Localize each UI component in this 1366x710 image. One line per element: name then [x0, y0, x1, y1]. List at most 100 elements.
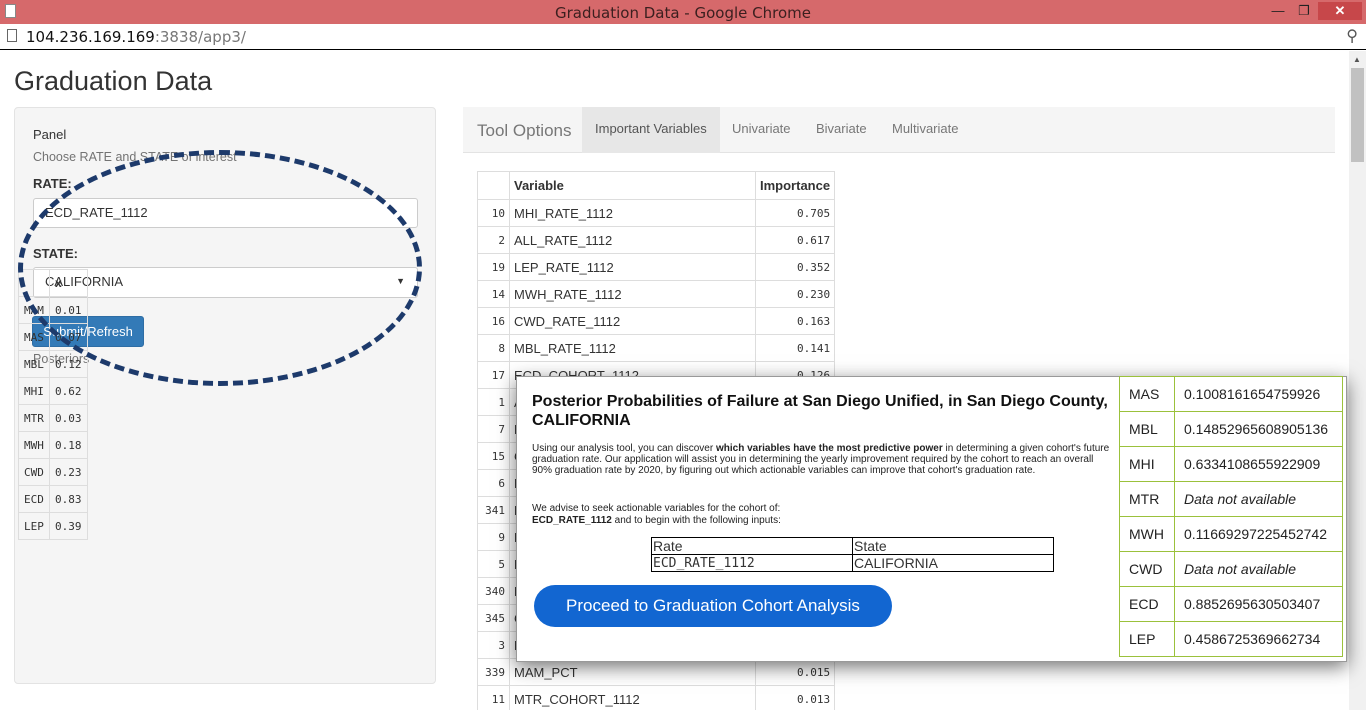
modal-title: Posterior Probabilities of Failure at Sa…	[532, 393, 1108, 429]
table-header-cell: Rate	[651, 537, 853, 555]
table-cell: 0.11669297225452742	[1174, 516, 1343, 552]
advise-text: and to begin with the following inputs:	[611, 515, 781, 526]
table-cell: MAM_PCT	[509, 658, 756, 686]
close-button[interactable]: ✕	[1318, 2, 1362, 20]
table-cell: MBL_RATE_1112	[509, 334, 756, 362]
table-cell: MBL	[18, 350, 50, 378]
modal-description: Using our analysis tool, you can discove…	[532, 443, 1114, 476]
table-cell: 0.705	[754, 199, 836, 227]
maximize-button[interactable]: ❐	[1294, 2, 1314, 20]
page-title: Graduation Data	[14, 66, 213, 96]
table-cell: 16	[477, 307, 510, 335]
address-bar[interactable]: 104.236.169.169:3838/app3/ ⚲	[0, 24, 1366, 50]
table-cell: ECD_RATE_1112	[651, 554, 853, 572]
table-cell: LEP	[18, 512, 50, 540]
table-cell: 0.18	[49, 431, 88, 459]
table-row: ECD_RATE_1112 CALIFORNIA	[651, 554, 1054, 572]
table-row: ECD 0.83	[18, 485, 88, 513]
url-text[interactable]: 104.236.169.169:3838/app3/	[26, 28, 246, 46]
table-cell: Data not available	[1174, 551, 1343, 587]
table-row: MTR 0.03	[18, 404, 88, 432]
window-title: Graduation Data - Google Chrome	[555, 4, 811, 22]
table-row: MBL 0.12	[18, 350, 88, 378]
table-cell: 0.23	[49, 458, 88, 486]
tab-important-variables[interactable]: Important Variables	[582, 107, 720, 153]
table-row: CWD 0.23	[18, 458, 88, 486]
table-header-cell: Variable	[509, 171, 756, 200]
table-cell: 0.163	[754, 307, 836, 335]
table-cell: ALL_RATE_1112	[509, 226, 756, 254]
table-cell: 0.015	[754, 658, 836, 686]
table-cell: 19	[477, 253, 510, 281]
probabilities-table: MAS 0.1008161654759926 MBL 0.14852965608905…	[1119, 376, 1343, 657]
table-cell: CALIFORNIA	[852, 554, 1054, 572]
advise-rate: ECD_RATE_1112	[532, 515, 612, 526]
table-cell: 15	[477, 442, 510, 470]
tool-options-navbar: Tool Options Important Variables Univari…	[463, 107, 1335, 153]
table-cell: CWD	[1119, 551, 1175, 587]
table-cell: CWD_RATE_1112	[509, 307, 756, 335]
table-cell: MAS	[1119, 376, 1175, 412]
table-cell: 341	[477, 496, 510, 524]
table-row: MWH 0.18	[18, 431, 88, 459]
scrollbar-thumb[interactable]	[1351, 68, 1364, 162]
table-cell: 9	[477, 523, 510, 551]
table-cell: LEP_RATE_1112	[509, 253, 756, 281]
table-cell: MTR	[18, 404, 50, 432]
table-cell: 345	[477, 604, 510, 632]
table-row: 19 LEP_RATE_1112 0.352	[477, 253, 836, 281]
modal-advise: We advise to seek actionable variables f…	[532, 503, 1114, 527]
table-cell: 10	[477, 199, 510, 227]
table-row: MHI 0.6334108655922909	[1119, 446, 1343, 482]
page-icon	[7, 29, 17, 42]
minimize-button[interactable]: —	[1268, 2, 1288, 20]
zoom-icon[interactable]: ⚲	[1346, 26, 1358, 46]
table-cell: ECD	[18, 485, 50, 513]
table-header-row: Rate State	[651, 537, 1054, 555]
table-row: MTR Data not available	[1119, 481, 1343, 517]
table-cell: 0.352	[754, 253, 836, 281]
page-scrollbar[interactable]: ▲	[1349, 51, 1366, 710]
tab-multivariate[interactable]: Multivariate	[879, 107, 971, 153]
tab-bivariate[interactable]: Bivariate	[803, 107, 880, 153]
table-cell: 14	[477, 280, 510, 308]
table-cell: 8	[477, 334, 510, 362]
table-cell: 2	[477, 226, 510, 254]
table-cell: 340	[477, 577, 510, 605]
table-cell: 17	[477, 361, 510, 389]
table-cell: 1	[477, 388, 510, 416]
table-cell: 0.6334108655922909	[1174, 446, 1343, 482]
table-row: 339 MAM_PCT 0.015	[477, 658, 836, 686]
table-cell: 5	[477, 550, 510, 578]
table-header-cell	[477, 171, 510, 200]
table-cell: 0.39	[49, 512, 88, 540]
modal-text-part: Using our analysis tool, you can discove…	[532, 443, 716, 454]
table-row: MHI 0.62	[18, 377, 88, 405]
table-cell: 7	[477, 415, 510, 443]
table-row: 14 MWH_RATE_1112 0.230	[477, 280, 836, 308]
table-header-cell: Importance	[754, 171, 836, 200]
table-cell: 0.1008161654759926	[1174, 376, 1343, 412]
annotation-ellipse	[18, 150, 422, 386]
tab-univariate[interactable]: Univariate	[719, 107, 804, 153]
table-row: 2 ALL_RATE_1112 0.617	[477, 226, 836, 254]
table-row: CWD Data not available	[1119, 551, 1343, 587]
table-row: MBL 0.14852965608905136	[1119, 411, 1343, 447]
table-header-cell: State	[852, 537, 1054, 555]
table-row: 16 CWD_RATE_1112 0.163	[477, 307, 836, 335]
table-cell: MWH	[1119, 516, 1175, 552]
table-row: 11 MTR_COHORT_1112 0.013	[477, 685, 836, 710]
table-cell: 6	[477, 469, 510, 497]
table-cell: MHI	[18, 377, 50, 405]
proceed-button[interactable]: Proceed to Graduation Cohort Analysis	[534, 585, 892, 627]
table-cell: CWD	[18, 458, 50, 486]
table-cell: 0.8852695630503407	[1174, 586, 1343, 622]
table-cell: 0.617	[754, 226, 836, 254]
scroll-up-arrow-icon[interactable]: ▲	[1353, 55, 1361, 64]
url-path: :3838/app3/	[154, 28, 246, 46]
window-titlebar: Graduation Data - Google Chrome — ❐ ✕	[0, 0, 1366, 24]
table-cell: 0.62	[49, 377, 88, 405]
posterior-modal: Posterior Probabilities of Failure at Sa…	[516, 376, 1347, 662]
table-cell: MHI_RATE_1112	[509, 199, 756, 227]
table-cell: MTR_COHORT_1112	[509, 685, 756, 710]
